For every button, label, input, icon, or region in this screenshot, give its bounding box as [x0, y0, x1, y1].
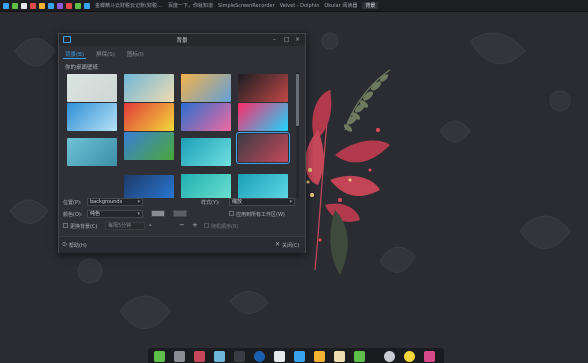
- color-mode-value: 纯色: [90, 211, 101, 217]
- wallpaper-thumb[interactable]: [124, 103, 174, 131]
- wallpaper-thumb[interactable]: [124, 132, 174, 160]
- help-button[interactable]: 帮助(H): [69, 242, 87, 249]
- primary-color-swatch[interactable]: [151, 210, 165, 217]
- add-icon[interactable]: +: [192, 221, 198, 229]
- chevron-down-icon: ▾: [289, 199, 292, 205]
- terminal-icon[interactable]: [21, 2, 27, 9]
- wallpaper-thumb[interactable]: [238, 103, 288, 131]
- mail-icon[interactable]: [39, 2, 45, 9]
- dialog-title: 背景: [176, 38, 188, 44]
- random-order-checkbox[interactable]: [204, 223, 209, 228]
- wallpaper-thumb[interactable]: [181, 174, 231, 198]
- contacts-icon[interactable]: [274, 351, 285, 362]
- wallpaper-thumb[interactable]: [181, 74, 231, 102]
- position-label: 位置(P):: [63, 200, 82, 206]
- weather-icon[interactable]: [404, 351, 415, 362]
- office-icon[interactable]: [57, 2, 63, 9]
- auto-change-label: 更换背景(C): [70, 224, 98, 230]
- wallpaper-thumb[interactable]: [181, 138, 231, 166]
- wallpaper-thumb[interactable]: [67, 138, 117, 166]
- style-label: 样式(Y):: [201, 200, 220, 206]
- browser-icon[interactable]: [254, 351, 265, 362]
- chevron-down-icon: ▾: [137, 199, 140, 205]
- store-icon[interactable]: [294, 351, 305, 362]
- editor-icon[interactable]: [314, 351, 325, 362]
- color-label: 颜色(O):: [63, 212, 83, 218]
- wallpaper-thumb[interactable]: [181, 103, 231, 131]
- wallpaper-flower-art: [305, 69, 391, 275]
- minimize-icon[interactable]: –: [273, 36, 276, 43]
- music-icon[interactable]: [66, 2, 72, 9]
- close-icon[interactable]: ×: [295, 36, 300, 43]
- interval-value: 每隔5分钟: [108, 223, 132, 229]
- random-order-label: 随机顺序(R): [211, 224, 239, 230]
- terminal-icon[interactable]: [234, 351, 245, 362]
- dialog-button-bar: ⊙ 帮助(H) ✕ 关闭(C): [59, 236, 305, 253]
- wallpaper-thumb[interactable]: [238, 174, 288, 198]
- auto-change-checkbox[interactable]: [63, 223, 68, 228]
- tab-icons[interactable]: 图标(I): [125, 49, 146, 59]
- task-item-0[interactable]: 金蝶精斗云财税云记账(财税版): [95, 2, 163, 9]
- settings-icon[interactable]: [48, 2, 54, 9]
- secondary-color-swatch[interactable]: [173, 210, 187, 217]
- tab-background[interactable]: 背景(B): [63, 49, 87, 59]
- task-item-3[interactable]: Velvet - Dolphin: [280, 3, 320, 9]
- style-combo[interactable]: 缩放 ▾: [229, 198, 295, 206]
- style-combo-value: 缩放: [232, 199, 243, 205]
- task-item-4[interactable]: Okular 阅读器: [324, 2, 357, 9]
- wallpaper-thumb[interactable]: [124, 74, 174, 102]
- dock: [148, 348, 444, 363]
- remove-icon[interactable]: −: [179, 221, 185, 229]
- position-combo-value: backgrounds: [90, 199, 123, 205]
- wallpaper-scrollbar[interactable]: [296, 72, 299, 198]
- tab-screensaver[interactable]: 屏保(S): [94, 49, 117, 59]
- store-icon[interactable]: [84, 2, 90, 9]
- chat-icon[interactable]: [354, 351, 365, 362]
- monitor-app-icon[interactable]: [174, 351, 185, 362]
- dialog-tabs: 背景(B) 屏保(S) 图标(I): [63, 49, 154, 59]
- wallpaper-thumb[interactable]: [67, 74, 117, 102]
- files-icon[interactable]: [154, 351, 165, 362]
- image-viewer-icon[interactable]: [214, 351, 225, 362]
- chat-icon[interactable]: [75, 2, 81, 9]
- help-icon: ⊙: [62, 241, 68, 248]
- dialog-titlebar[interactable]: 背景 – □ ×: [59, 34, 305, 46]
- interval-spinbox[interactable]: 每隔5分钟: [105, 222, 145, 230]
- task-item-2[interactable]: SimpleScreenRecorder: [218, 3, 275, 9]
- all-workspaces-label: 应用到所有工作区(W): [236, 212, 285, 218]
- scrollbar-thumb[interactable]: [296, 74, 299, 126]
- wallpaper-thumb[interactable]: [67, 103, 117, 131]
- maximize-icon[interactable]: □: [284, 36, 290, 43]
- office-icon[interactable]: [334, 351, 345, 362]
- close-button-icon: ✕: [275, 241, 281, 248]
- position-combo[interactable]: backgrounds ▾: [87, 198, 143, 206]
- task-item-5[interactable]: 背景: [362, 2, 379, 9]
- file-manager-icon[interactable]: [12, 2, 18, 9]
- all-workspaces-checkbox[interactable]: [229, 211, 234, 216]
- chevron-down-icon: ▾: [137, 211, 140, 217]
- section-label: 你的桌面壁纸: [65, 65, 99, 71]
- interval-up-icon[interactable]: ▴: [149, 222, 152, 228]
- wallpaper-thumb-selected[interactable]: [236, 132, 290, 164]
- trash-icon[interactable]: [384, 351, 395, 362]
- paint-icon[interactable]: [424, 351, 435, 362]
- music-icon[interactable]: [194, 351, 205, 362]
- wallpaper-thumb[interactable]: [238, 74, 288, 102]
- wallpaper-grid: [65, 72, 293, 198]
- wallpaper-thumb[interactable]: [124, 175, 174, 198]
- close-button[interactable]: 关闭(C): [282, 242, 299, 249]
- browser-icon[interactable]: [30, 2, 36, 9]
- color-mode-combo[interactable]: 纯色 ▾: [87, 210, 143, 218]
- background-settings-dialog: 背景 – □ × 背景(B) 屏保(S) 图标(I) 你的桌面壁纸 位置(P):…: [58, 33, 306, 253]
- task-item-1[interactable]: 百度一下，你就知道: [168, 2, 213, 9]
- app-launcher-icon[interactable]: [3, 2, 9, 9]
